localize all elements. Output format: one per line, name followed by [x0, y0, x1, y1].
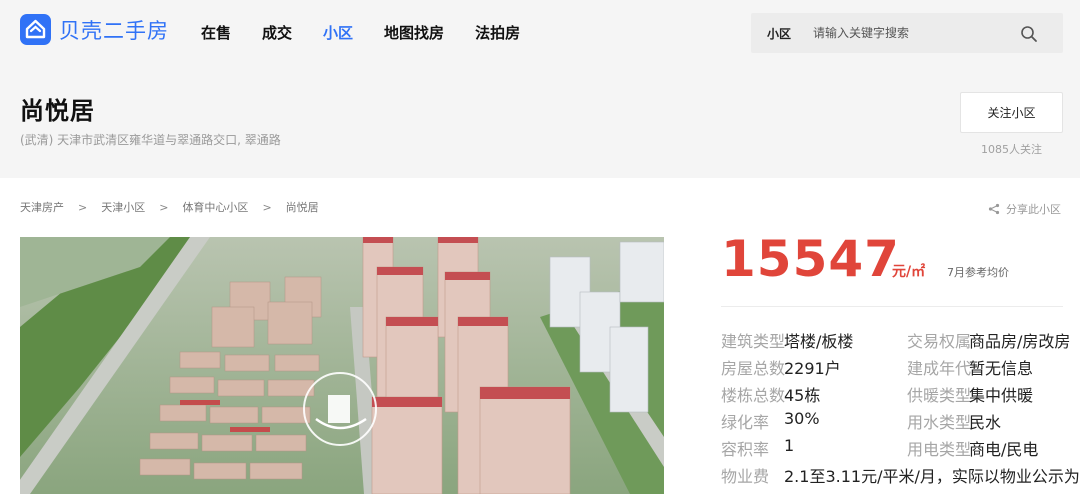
top-header: 贝壳二手房 在售 成交 小区 地图找房 法拍房 小区 尚悦居 (武清) 天津市武… — [0, 0, 1080, 178]
info-label: 用水类型 — [907, 413, 972, 432]
chevron-right-icon: > — [262, 200, 272, 214]
community-aerial-photo[interactable] — [20, 237, 664, 494]
breadcrumb-item: 尚悦居 — [285, 201, 319, 214]
nav-item-community[interactable]: 小区 — [323, 22, 353, 43]
info-value: 塔楼/板楼 — [784, 332, 854, 351]
info-label: 建筑类型 — [721, 332, 786, 351]
breadcrumb: 天津房产 > 天津小区 > 体育中心小区 > 尚悦居 — [20, 199, 319, 215]
info-label: 交易权属 — [907, 332, 972, 351]
info-label: 建成年代 — [907, 359, 972, 378]
share-community-button[interactable]: 分享此小区 — [988, 201, 1061, 217]
main-nav: 在售 成交 小区 地图找房 法拍房 — [201, 22, 551, 43]
info-value: 暂无信息 — [969, 359, 1034, 378]
info-value: 30% — [784, 409, 820, 428]
price-unit: 元/㎡ — [892, 264, 926, 280]
info-value: 45栋 — [784, 386, 821, 405]
info-label: 容积率 — [721, 440, 770, 459]
info-label: 楼栋总数 — [721, 386, 786, 405]
site-logo[interactable]: 贝壳二手房 — [20, 14, 169, 45]
nav-item-auction[interactable]: 法拍房 — [475, 22, 520, 43]
nav-item-sold[interactable]: 成交 — [262, 22, 292, 43]
info-value: 1 — [784, 436, 795, 455]
chevron-right-icon: > — [159, 200, 169, 214]
nav-item-map[interactable]: 地图找房 — [384, 22, 444, 43]
info-value: 集中供暖 — [969, 386, 1034, 405]
info-label: 用电类型 — [907, 440, 972, 459]
breadcrumb-item[interactable]: 天津房产 — [20, 199, 64, 215]
search-box: 小区 — [751, 13, 1063, 53]
info-value: 商品房/房改房 — [969, 332, 1071, 351]
nav-item-onsale[interactable]: 在售 — [201, 22, 231, 43]
community-address: (武清) 天津市武清区雍华道与翠通路交口, 翠通路 — [20, 133, 281, 147]
info-value: 2.1至3.11元/平米/月，实际以物业公示为准 — [784, 467, 1080, 486]
logo-text: 贝壳二手房 — [59, 18, 169, 43]
share-icon — [988, 203, 1000, 215]
info-label: 房屋总数 — [721, 359, 786, 378]
price-note: 7月参考均价 — [947, 266, 1009, 279]
house-logo-icon — [20, 14, 51, 45]
info-value: 民水 — [969, 413, 1002, 432]
community-name: 尚悦居 — [20, 97, 95, 125]
info-value: 2291户 — [784, 359, 841, 378]
divider — [721, 306, 1063, 307]
follow-community-button[interactable]: 关注小区 — [960, 92, 1063, 133]
follow-count: 1085人关注 — [981, 143, 1042, 156]
info-label: 物业费 — [721, 467, 770, 486]
breadcrumb-item[interactable]: 体育中心小区 — [182, 199, 248, 215]
info-value: 商电/民电 — [969, 440, 1039, 459]
info-label: 绿化率 — [721, 413, 770, 432]
search-input[interactable] — [813, 21, 1013, 45]
breadcrumb-item[interactable]: 天津小区 — [101, 199, 145, 215]
aerial-photo-image — [20, 237, 664, 494]
info-label: 供暖类型 — [907, 386, 972, 405]
average-price: 15547 — [721, 230, 900, 288]
search-icon[interactable] — [1020, 25, 1038, 43]
chevron-right-icon: > — [78, 200, 88, 214]
share-label: 分享此小区 — [1006, 203, 1061, 216]
search-category[interactable]: 小区 — [767, 25, 791, 42]
